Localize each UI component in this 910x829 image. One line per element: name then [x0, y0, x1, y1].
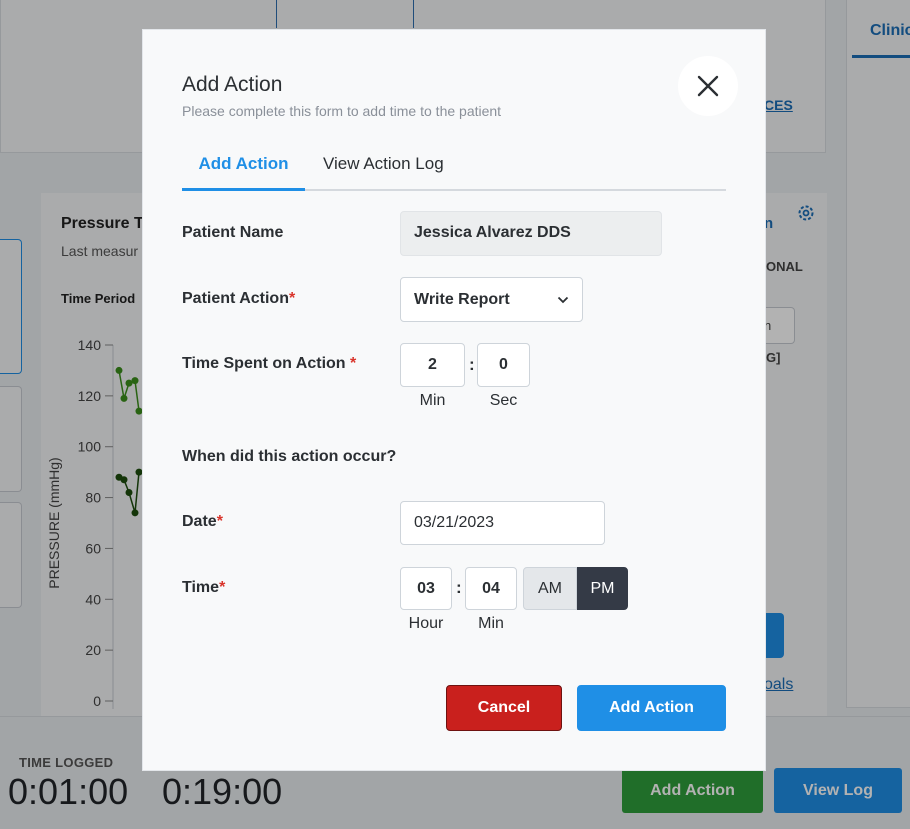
time-separator: : — [469, 355, 475, 374]
pm-toggle[interactable]: PM — [577, 567, 628, 610]
patient-name-label: Patient Name — [182, 224, 284, 241]
modal-subtitle: Please complete this form to add time to… — [182, 103, 502, 119]
minutes-unit-label: Min — [419, 392, 446, 409]
time-spent-seconds-input[interactable]: 0 — [477, 343, 530, 387]
date-label: Date* — [182, 513, 223, 530]
required-marker: * — [219, 579, 226, 596]
patient-action-value: Write Report — [414, 290, 510, 308]
cancel-button[interactable]: Cancel — [446, 685, 562, 731]
close-icon — [697, 75, 719, 97]
add-action-modal: Add Action Please complete this form to … — [142, 29, 766, 771]
hour-input[interactable]: 03 — [400, 567, 452, 610]
modal-tabs: Add Action View Action Log — [182, 144, 726, 191]
required-marker: * — [288, 290, 296, 307]
time-separator: : — [456, 578, 462, 597]
time-spent-label: Time Spent on Action * — [182, 355, 357, 372]
patient-action-label: Patient Action* — [182, 290, 296, 307]
patient-name-field: Jessica Alvarez DDS — [400, 211, 662, 256]
tab-add-action[interactable]: Add Action — [182, 154, 305, 191]
tab-view-action-log[interactable]: View Action Log — [323, 154, 444, 191]
required-marker: * — [216, 513, 223, 530]
date-input[interactable]: 03/21/2023 — [400, 501, 605, 545]
modal-title: Add Action — [182, 73, 283, 96]
minute-unit-label: Min — [478, 615, 504, 632]
required-marker: * — [350, 355, 357, 372]
chevron-down-icon — [557, 296, 569, 303]
time-label: Time* — [182, 579, 226, 596]
seconds-unit-label: Sec — [489, 392, 518, 409]
time-spent-minutes-input[interactable]: 2 — [400, 343, 465, 387]
am-toggle[interactable]: AM — [523, 567, 577, 610]
minute-input[interactable]: 04 — [465, 567, 517, 610]
occurred-question: When did this action occur? — [182, 448, 397, 465]
add-action-submit-button[interactable]: Add Action — [577, 685, 726, 731]
hour-unit-label: Hour — [408, 615, 444, 632]
close-button[interactable] — [678, 56, 738, 116]
patient-action-select[interactable]: Write Report — [400, 277, 583, 322]
